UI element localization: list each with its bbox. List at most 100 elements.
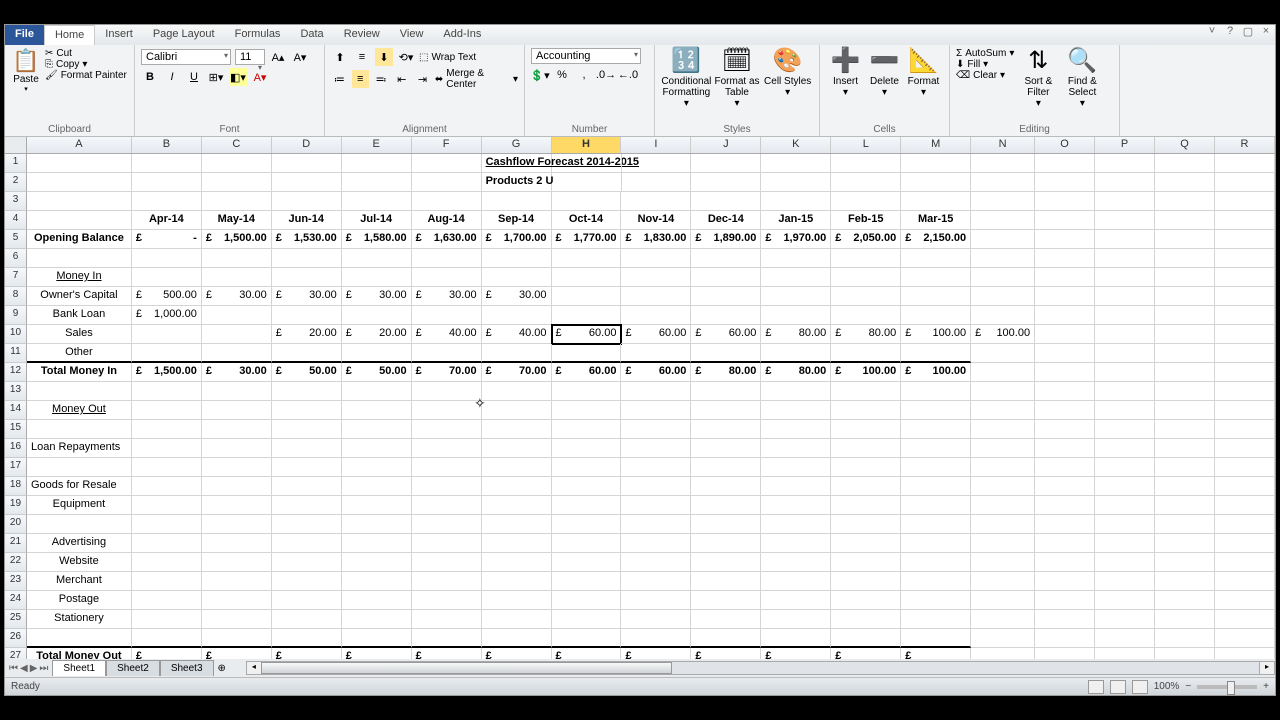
cell-G5[interactable]: £1,700.00 [482, 230, 552, 249]
cell-I21[interactable] [621, 534, 691, 553]
sort-filter-button[interactable]: ⇅Sort & Filter▾ [1018, 48, 1058, 109]
cell-E2[interactable] [342, 173, 412, 192]
cell-K14[interactable] [761, 401, 831, 420]
cell-P12[interactable] [1095, 363, 1155, 382]
cell-Q17[interactable] [1155, 458, 1215, 477]
cell-H27[interactable]: £ [552, 648, 622, 659]
cell-B22[interactable] [132, 553, 202, 572]
cell-Q19[interactable] [1155, 496, 1215, 515]
cell-J12[interactable]: £80.00 [691, 363, 761, 382]
cell-Q16[interactable] [1155, 439, 1215, 458]
tab-review[interactable]: Review [334, 25, 390, 45]
tab-insert[interactable]: Insert [95, 25, 143, 45]
cell-I12[interactable]: £60.00 [621, 363, 691, 382]
cell-G16[interactable] [482, 439, 552, 458]
increase-decimal-icon[interactable]: .0→ [597, 66, 615, 84]
copy-button[interactable]: ⎘ Copy ▾ [45, 59, 127, 70]
cell-L17[interactable] [831, 458, 901, 477]
cell-H2[interactable] [552, 173, 622, 192]
cell-K3[interactable] [761, 192, 831, 211]
cell-N12[interactable] [971, 363, 1035, 382]
cell-Q7[interactable] [1155, 268, 1215, 287]
row-header-3[interactable]: 3 [5, 192, 27, 211]
row-header-15[interactable]: 15 [5, 420, 27, 439]
row-header-23[interactable]: 23 [5, 572, 27, 591]
cell-H25[interactable] [552, 610, 622, 629]
cell-B25[interactable] [132, 610, 202, 629]
cell-A13[interactable] [27, 382, 132, 401]
cell-P14[interactable] [1095, 401, 1155, 420]
cell-F6[interactable] [412, 249, 482, 268]
cell-G12[interactable]: £70.00 [482, 363, 552, 382]
cell-N11[interactable] [971, 344, 1035, 363]
cell-P6[interactable] [1095, 249, 1155, 268]
cell-G9[interactable] [482, 306, 552, 325]
row-header-19[interactable]: 19 [5, 496, 27, 515]
cell-R6[interactable] [1215, 249, 1275, 268]
cell-J7[interactable] [691, 268, 761, 287]
cell-I6[interactable] [621, 249, 691, 268]
row-header-17[interactable]: 17 [5, 458, 27, 477]
cell-D3[interactable] [272, 192, 342, 211]
cell-I14[interactable] [621, 401, 691, 420]
wrap-text-button[interactable]: ⬚ Wrap Text [419, 52, 476, 63]
cell-C26[interactable] [202, 629, 272, 648]
cell-A21[interactable]: Advertising [27, 534, 132, 553]
cell-D18[interactable] [272, 477, 342, 496]
cell-K6[interactable] [761, 249, 831, 268]
cell-K1[interactable] [761, 154, 831, 173]
cell-E23[interactable] [342, 572, 412, 591]
format-painter-button[interactable]: 🖌 Format Painter [45, 70, 127, 81]
cell-M5[interactable]: £2,150.00 [901, 230, 971, 249]
zoom-in-icon[interactable]: + [1263, 681, 1269, 692]
cell-D4[interactable]: Jun-14 [272, 211, 342, 230]
decrease-decimal-icon[interactable]: ←.0 [619, 66, 637, 84]
cell-D12[interactable]: £50.00 [272, 363, 342, 382]
cell-N10[interactable]: £100.00 [971, 325, 1035, 344]
cell-A9[interactable]: Bank Loan [27, 306, 132, 325]
cell-D1[interactable] [272, 154, 342, 173]
cell-styles-button[interactable]: 🎨Cell Styles▾ [762, 48, 813, 109]
cell-D20[interactable] [272, 515, 342, 534]
cell-I3[interactable] [621, 192, 691, 211]
cell-C13[interactable] [202, 382, 272, 401]
cell-J20[interactable] [691, 515, 761, 534]
cell-A18[interactable]: Goods for Resale [27, 477, 132, 496]
cell-O23[interactable] [1035, 572, 1095, 591]
horizontal-scrollbar[interactable] [246, 661, 1275, 675]
cell-K4[interactable]: Jan-15 [761, 211, 831, 230]
cell-M6[interactable] [901, 249, 971, 268]
cell-P27[interactable] [1095, 648, 1155, 659]
cell-I15[interactable] [621, 420, 691, 439]
cell-G4[interactable]: Sep-14 [482, 211, 552, 230]
sheet-tab-sheet2[interactable]: Sheet2 [106, 660, 160, 676]
column-header-N[interactable]: N [971, 137, 1035, 153]
cell-K15[interactable] [761, 420, 831, 439]
sheet-tab-sheet3[interactable]: Sheet3 [160, 660, 214, 676]
cell-B2[interactable] [132, 173, 202, 192]
column-header-H[interactable]: H [552, 137, 622, 153]
cell-I27[interactable]: £ [621, 648, 691, 659]
cell-Q23[interactable] [1155, 572, 1215, 591]
cell-P21[interactable] [1095, 534, 1155, 553]
cell-L1[interactable] [831, 154, 901, 173]
cell-H13[interactable] [552, 382, 622, 401]
cell-A26[interactable] [27, 629, 132, 648]
cell-Q24[interactable] [1155, 591, 1215, 610]
cell-O21[interactable] [1035, 534, 1095, 553]
cell-O15[interactable] [1035, 420, 1095, 439]
cell-F19[interactable] [412, 496, 482, 515]
cell-O13[interactable] [1035, 382, 1095, 401]
cell-D2[interactable] [272, 173, 342, 192]
cell-G10[interactable]: £40.00 [482, 325, 552, 344]
cell-H21[interactable] [552, 534, 622, 553]
cell-L22[interactable] [831, 553, 901, 572]
cell-O2[interactable] [1035, 173, 1095, 192]
cell-J24[interactable] [691, 591, 761, 610]
cut-button[interactable]: ✂ Cut [45, 48, 127, 59]
cell-R12[interactable] [1215, 363, 1275, 382]
format-cells-button[interactable]: 📐Format▾ [904, 48, 943, 98]
cell-F1[interactable] [412, 154, 482, 173]
row-header-24[interactable]: 24 [5, 591, 27, 610]
cell-N9[interactable] [971, 306, 1035, 325]
